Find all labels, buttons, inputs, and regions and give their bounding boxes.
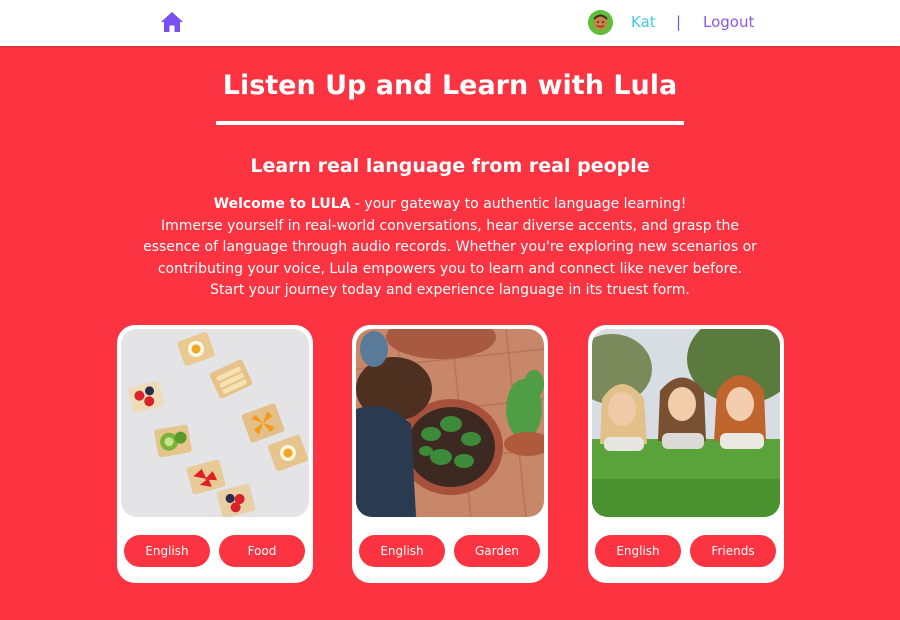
top-navbar: Kat | Logout: [0, 0, 900, 46]
topic-card-garden[interactable]: English Garden: [352, 325, 548, 583]
topic-tag-food[interactable]: Food: [219, 535, 305, 567]
language-tag-english[interactable]: English: [124, 535, 210, 567]
nav-divider: |: [676, 13, 682, 31]
avatar[interactable]: [588, 10, 613, 35]
intro-line-1: - your gateway to authentic language lea…: [350, 196, 687, 212]
intro-line-4: contributing your voice, Lula empowers y…: [157, 260, 743, 277]
topic-tag-garden[interactable]: Garden: [454, 535, 540, 567]
intro-paragraph: Welcome to LULA - your gateway to authen…: [125, 194, 775, 302]
page-subtitle: Learn real language from real people: [250, 155, 650, 177]
home-icon[interactable]: [160, 11, 184, 33]
language-tag-english[interactable]: English: [595, 535, 681, 567]
title-underline: [216, 121, 684, 125]
page-title: Listen Up and Learn with Lula: [222, 70, 678, 101]
food-image[interactable]: [121, 329, 309, 517]
language-tag-english[interactable]: English: [359, 535, 445, 567]
garden-image[interactable]: [356, 329, 544, 517]
intro-line-2: Immerse yourself in real-world conversat…: [160, 217, 740, 234]
topic-card-friends[interactable]: English Friends: [588, 325, 784, 583]
intro-bold-text: Welcome to LULA: [213, 196, 351, 212]
user-name-link[interactable]: Kat: [631, 13, 656, 31]
intro-line-3: essence of language through audio record…: [143, 239, 757, 255]
topic-card-food[interactable]: English Food: [117, 325, 313, 583]
intro-line-5: Start your journey today and experience …: [210, 282, 690, 298]
logout-link[interactable]: Logout: [703, 13, 754, 31]
topic-tag-friends[interactable]: Friends: [690, 535, 776, 567]
friends-image[interactable]: [592, 329, 780, 517]
